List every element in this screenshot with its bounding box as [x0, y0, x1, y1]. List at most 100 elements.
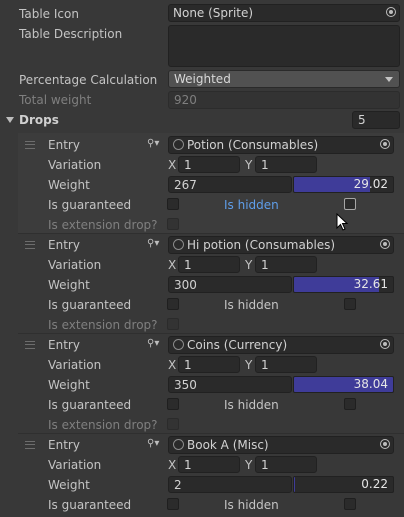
- is-extension-drop-label: Is extension drop?: [48, 318, 158, 332]
- table-icon-label: Table Icon: [19, 7, 79, 21]
- scriptable-object-icon: [173, 139, 184, 150]
- is-guaranteed-checkbox[interactable]: [167, 398, 179, 410]
- foldout-arrow-icon[interactable]: [6, 117, 14, 123]
- table-icon-value: None (Sprite): [173, 6, 254, 20]
- is-extension-drop-checkbox: [167, 418, 179, 430]
- scriptable-object-icon: [173, 439, 184, 450]
- is-extension-drop-label: Is extension drop?: [48, 218, 158, 232]
- percent-bar: 29.02: [293, 176, 394, 193]
- entry-label: Entry: [48, 138, 80, 152]
- is-guaranteed-label: Is guaranteed: [48, 498, 132, 512]
- is-extension-drop-checkbox: [167, 218, 179, 230]
- variation-y-input[interactable]: 1: [255, 356, 317, 373]
- is-guaranteed-checkbox[interactable]: [167, 498, 179, 510]
- variation-x-label: X: [168, 358, 177, 372]
- drag-handle-icon[interactable]: [25, 441, 35, 449]
- percentage-calculation-value: Weighted: [174, 72, 231, 86]
- percent-value: 0.22: [361, 477, 388, 491]
- is-hidden-checkbox[interactable]: [344, 498, 356, 510]
- entry-label: Entry: [48, 438, 80, 452]
- is-guaranteed-checkbox[interactable]: [167, 298, 179, 310]
- percent-bar: 0.22: [293, 476, 394, 493]
- entry-object-field[interactable]: Book A (Misc): [168, 436, 394, 454]
- percent-value: 32.61: [353, 277, 388, 291]
- search-icon[interactable]: ⚲▾: [147, 138, 159, 149]
- weight-input[interactable]: 300: [168, 276, 292, 293]
- percent-value: 38.04: [353, 377, 388, 391]
- chevron-down-icon: [385, 77, 393, 82]
- entry-object-field[interactable]: Coins (Currency): [168, 336, 394, 354]
- weight-input[interactable]: 2: [168, 476, 292, 493]
- variation-label: Variation: [48, 258, 102, 272]
- is-hidden-checkbox[interactable]: [344, 198, 356, 210]
- drops-label[interactable]: Drops: [19, 112, 59, 128]
- variation-label: Variation: [48, 458, 102, 472]
- is-hidden-label: Is hidden: [224, 398, 279, 412]
- entry-value: Potion (Consumables): [187, 138, 319, 152]
- is-guaranteed-label: Is guaranteed: [48, 298, 132, 312]
- variation-y-input[interactable]: 1: [255, 256, 317, 273]
- entry-label: Entry: [48, 338, 80, 352]
- search-icon[interactable]: ⚲▾: [147, 238, 159, 249]
- entry-object-field[interactable]: Potion (Consumables): [168, 136, 394, 154]
- percent-bar: 38.04: [293, 376, 394, 393]
- variation-x-label: X: [168, 258, 177, 272]
- variation-x-input[interactable]: 1: [178, 256, 240, 273]
- drag-handle-icon[interactable]: [25, 241, 35, 249]
- element-separator: [18, 333, 404, 334]
- object-picker-icon[interactable]: [380, 339, 390, 349]
- entry-value: Book A (Misc): [187, 438, 269, 452]
- scriptable-object-icon: [173, 339, 184, 350]
- object-picker-icon[interactable]: [380, 439, 390, 449]
- percent-bar: 32.61: [293, 276, 394, 293]
- entry-value: Hi potion (Consumables): [187, 238, 336, 252]
- percent-value: 29.02: [353, 177, 388, 191]
- drag-handle-icon[interactable]: [25, 341, 35, 349]
- percentage-calculation-label: Percentage Calculation: [19, 73, 158, 87]
- variation-x-input[interactable]: 1: [178, 156, 240, 173]
- variation-y-label: Y: [245, 458, 253, 472]
- variation-x-input[interactable]: 1: [178, 356, 240, 373]
- table-description-label: Table Description: [19, 27, 123, 41]
- entry-value: Coins (Currency): [187, 338, 288, 352]
- mouse-cursor-icon: [336, 213, 349, 231]
- object-picker-icon[interactable]: [380, 239, 390, 249]
- is-guaranteed-label: Is guaranteed: [48, 398, 132, 412]
- search-icon[interactable]: ⚲▾: [147, 338, 159, 349]
- total-weight-field: 920: [168, 91, 400, 109]
- variation-y-label: Y: [245, 358, 253, 372]
- weight-label: Weight: [48, 178, 90, 192]
- variation-x-input[interactable]: 1: [178, 456, 240, 473]
- is-guaranteed-label: Is guaranteed: [48, 198, 132, 212]
- variation-x-label: X: [168, 458, 177, 472]
- variation-y-label: Y: [245, 258, 253, 272]
- variation-x-label: X: [168, 158, 177, 172]
- variation-y-label: Y: [245, 158, 253, 172]
- is-extension-drop-checkbox: [167, 318, 179, 330]
- variation-label: Variation: [48, 158, 102, 172]
- is-hidden-checkbox[interactable]: [344, 298, 356, 310]
- drops-size-input[interactable]: 5: [352, 111, 400, 129]
- object-picker-icon[interactable]: [380, 139, 390, 149]
- variation-y-input[interactable]: 1: [255, 156, 317, 173]
- total-weight-label: Total weight: [19, 93, 92, 107]
- is-guaranteed-checkbox[interactable]: [167, 198, 179, 210]
- element-separator: [18, 433, 404, 434]
- table-icon-field[interactable]: None (Sprite): [168, 4, 400, 22]
- table-description-input[interactable]: [168, 25, 400, 67]
- is-hidden-label: Is hidden: [224, 198, 279, 212]
- search-icon[interactable]: ⚲▾: [147, 438, 159, 449]
- percentage-calculation-dropdown[interactable]: Weighted: [168, 70, 400, 88]
- is-hidden-checkbox[interactable]: [344, 398, 356, 410]
- object-picker-icon[interactable]: [386, 7, 396, 17]
- variation-label: Variation: [48, 358, 102, 372]
- drag-handle-icon[interactable]: [25, 141, 35, 149]
- variation-y-input[interactable]: 1: [255, 456, 317, 473]
- entry-object-field[interactable]: Hi potion (Consumables): [168, 236, 394, 254]
- is-hidden-label: Is hidden: [224, 498, 279, 512]
- scriptable-object-icon: [173, 239, 184, 250]
- element-separator: [18, 233, 404, 234]
- weight-input[interactable]: 350: [168, 376, 292, 393]
- weight-input[interactable]: 267: [168, 176, 292, 193]
- is-hidden-label: Is hidden: [224, 298, 279, 312]
